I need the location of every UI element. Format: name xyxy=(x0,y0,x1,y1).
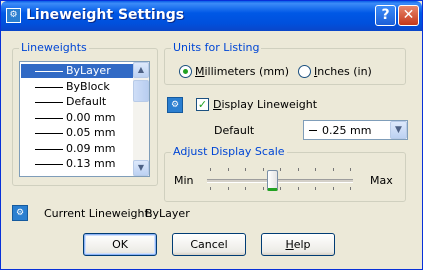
list-item-label: ByLayer xyxy=(66,64,111,77)
slider-tick xyxy=(280,187,281,190)
slider-tick xyxy=(210,187,211,190)
slider-tick xyxy=(227,168,229,171)
lineweight-swatch xyxy=(309,130,317,131)
slider-tick xyxy=(315,187,316,190)
chevron-down-icon[interactable]: ▼ xyxy=(390,121,407,139)
slider-tick xyxy=(210,168,211,171)
list-item[interactable]: 0.05 mm xyxy=(21,126,133,140)
scroll-up-icon[interactable]: ▲ xyxy=(133,62,149,78)
slider-tick xyxy=(262,168,264,171)
scale-max-label: Max xyxy=(370,174,393,187)
list-item-label: Default xyxy=(66,95,107,108)
millimeters-label[interactable]: Millimeters (mm) xyxy=(195,65,289,78)
list-item[interactable]: ByBlock xyxy=(21,80,133,94)
lineweight-swatch xyxy=(35,117,63,119)
lineweight-swatch xyxy=(35,133,63,134)
title-bar[interactable]: ⚙ Lineweight Settings ? ✕ xyxy=(1,1,422,31)
list-item-label: ByBlock xyxy=(66,79,110,93)
list-item-label: 0.13 mm xyxy=(66,157,116,170)
slider-tick xyxy=(297,168,299,171)
list-item[interactable]: 0.00 mm xyxy=(21,111,133,125)
default-lineweight-value: 0.25 mm xyxy=(322,124,372,137)
slider-tick xyxy=(245,168,246,171)
app-icon: ⚙ xyxy=(6,8,21,23)
inches-radio[interactable] xyxy=(298,65,311,78)
scroll-down-icon[interactable]: ▼ xyxy=(133,160,149,176)
default-lineweight-select[interactable]: 0.25 mm ▼ xyxy=(303,120,408,140)
help-button[interactable]: Help xyxy=(261,233,335,256)
slider-tick xyxy=(350,168,351,171)
close-button[interactable]: ✕ xyxy=(398,5,419,26)
lineweight-swatch xyxy=(35,148,63,150)
lineweight-swatch xyxy=(35,86,63,88)
default-label: Default xyxy=(214,124,255,137)
lineweight-icon: ⚙ xyxy=(167,97,183,113)
current-lineweight-value: ByLayer xyxy=(145,207,190,220)
radio-dot-icon xyxy=(183,69,188,74)
scroll-thumb[interactable] xyxy=(133,80,149,102)
lineweight-swatch xyxy=(35,102,63,103)
current-lineweight-icon: ⚙ xyxy=(12,205,28,221)
lineweights-list[interactable]: ByLayer ByBlock Default 0.00 mm 0.05 mm 0.09 … xyxy=(19,61,150,177)
slider-tick xyxy=(280,168,281,171)
slider-tick xyxy=(227,187,229,190)
ok-button[interactable]: OK xyxy=(83,233,157,256)
lineweight-swatch xyxy=(35,164,63,165)
slider-tick xyxy=(350,187,351,190)
list-item-label: 0.09 mm xyxy=(66,141,116,155)
slider-tick xyxy=(315,168,316,171)
scale-min-label: Min xyxy=(174,174,194,187)
help-title-button[interactable]: ? xyxy=(375,5,396,26)
list-item[interactable]: ByLayer xyxy=(21,64,133,78)
slider-tick xyxy=(262,187,264,190)
cancel-button[interactable]: Cancel xyxy=(172,233,246,256)
list-item[interactable]: 0.09 mm xyxy=(21,142,133,156)
list-scrollbar[interactable]: ▲ ▼ xyxy=(133,62,149,176)
slider-tick xyxy=(297,187,299,190)
units-legend: Units for Listing xyxy=(171,41,262,54)
slider-tick xyxy=(332,168,334,171)
lineweight-swatch xyxy=(35,71,63,72)
lineweights-legend: Lineweights xyxy=(19,41,89,54)
display-scale-legend: Adjust Display Scale xyxy=(171,145,287,158)
list-item-label: 0.00 mm xyxy=(66,110,116,124)
display-scale-slider[interactable] xyxy=(207,179,353,183)
millimeters-radio[interactable] xyxy=(179,65,192,78)
slider-tick xyxy=(332,187,334,190)
inches-label[interactable]: Inches (in) xyxy=(314,65,372,78)
slider-tick xyxy=(245,187,246,190)
display-scale-thumb[interactable] xyxy=(267,170,278,191)
current-lineweight-label: Current Lineweight: xyxy=(44,207,153,220)
display-lineweight-label[interactable]: Display Lineweight xyxy=(213,98,317,111)
dialog-title: Lineweight Settings xyxy=(26,7,185,23)
list-item-label: 0.05 mm xyxy=(66,126,116,139)
list-item[interactable]: 0.13 mm xyxy=(21,157,133,171)
list-item[interactable]: Default xyxy=(21,95,133,109)
display-lineweight-checkbox[interactable]: ✓ xyxy=(196,98,209,111)
